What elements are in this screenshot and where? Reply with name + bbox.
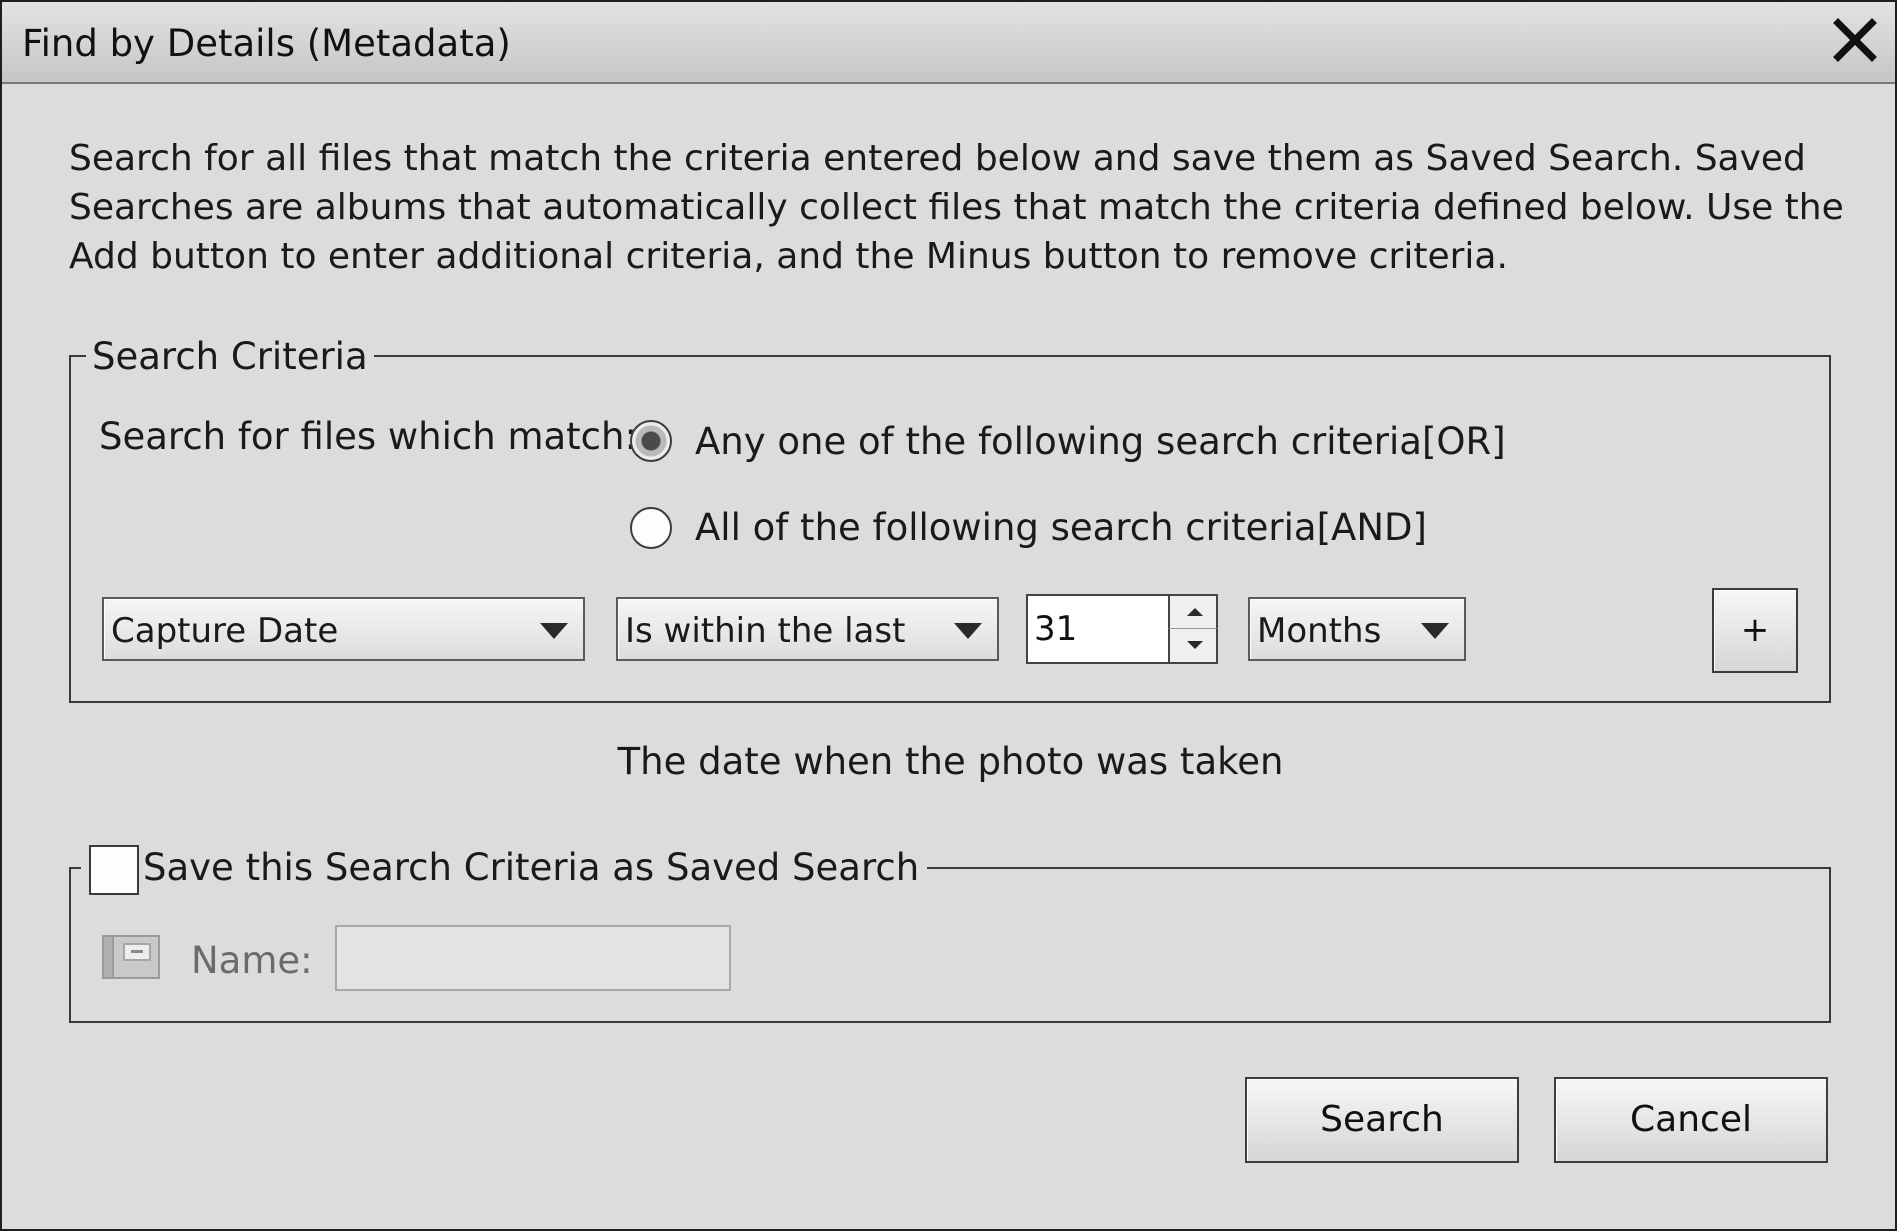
match-label: Search for files which match: bbox=[99, 415, 637, 458]
radio-or-label[interactable]: Any one of the following search criteria… bbox=[695, 420, 1506, 463]
search-button[interactable]: Search bbox=[1245, 1077, 1519, 1163]
unit-dropdown-value: Months bbox=[1257, 611, 1382, 651]
name-label: Name: bbox=[191, 939, 313, 982]
saved-search-group bbox=[69, 867, 1831, 1023]
field-dropdown[interactable]: Capture Date bbox=[102, 597, 585, 661]
description-text: Search for all files that match the crit… bbox=[69, 134, 1849, 281]
description-line: Searches are albums that automatically c… bbox=[69, 187, 1844, 228]
saved-search-name-input[interactable] bbox=[335, 925, 731, 991]
saved-search-label[interactable]: Save this Search Criteria as Saved Searc… bbox=[143, 846, 919, 889]
unit-dropdown[interactable]: Months bbox=[1248, 597, 1466, 661]
title-bar[interactable]: Find by Details (Metadata) bbox=[2, 2, 1895, 84]
value-stepper-input[interactable] bbox=[1026, 594, 1168, 664]
description-line: Search for all files that match the crit… bbox=[69, 138, 1806, 179]
find-by-details-dialog: Find by Details (Metadata) Search for al… bbox=[0, 0, 1897, 1231]
saved-search-legend: Save this Search Criteria as Saved Searc… bbox=[81, 846, 928, 889]
album-icon bbox=[102, 935, 160, 983]
criteria-hint-text: The date when the photo was taken bbox=[617, 740, 1284, 783]
search-criteria-legend: Search Criteria bbox=[86, 335, 374, 378]
operator-dropdown[interactable]: Is within the last bbox=[616, 597, 999, 661]
cancel-button[interactable]: Cancel bbox=[1554, 1077, 1828, 1163]
dialog-title: Find by Details (Metadata) bbox=[22, 22, 511, 65]
field-dropdown-value: Capture Date bbox=[111, 611, 339, 651]
save-search-checkbox[interactable] bbox=[89, 845, 139, 895]
radio-and-label[interactable]: All of the following search criteria[AND… bbox=[695, 506, 1427, 549]
chevron-down-icon bbox=[539, 622, 569, 644]
radio-and[interactable] bbox=[630, 507, 672, 549]
chevron-down-icon bbox=[953, 622, 983, 644]
close-icon[interactable] bbox=[1829, 14, 1881, 66]
operator-dropdown-value: Is within the last bbox=[625, 611, 906, 651]
radio-or[interactable] bbox=[630, 420, 672, 462]
description-line: Add button to enter additional criteria,… bbox=[69, 236, 1508, 277]
stepper-up-button[interactable] bbox=[1168, 594, 1218, 629]
chevron-down-icon bbox=[1420, 622, 1450, 644]
stepper-down-button[interactable] bbox=[1168, 629, 1218, 664]
add-criteria-button[interactable]: + bbox=[1712, 588, 1798, 673]
